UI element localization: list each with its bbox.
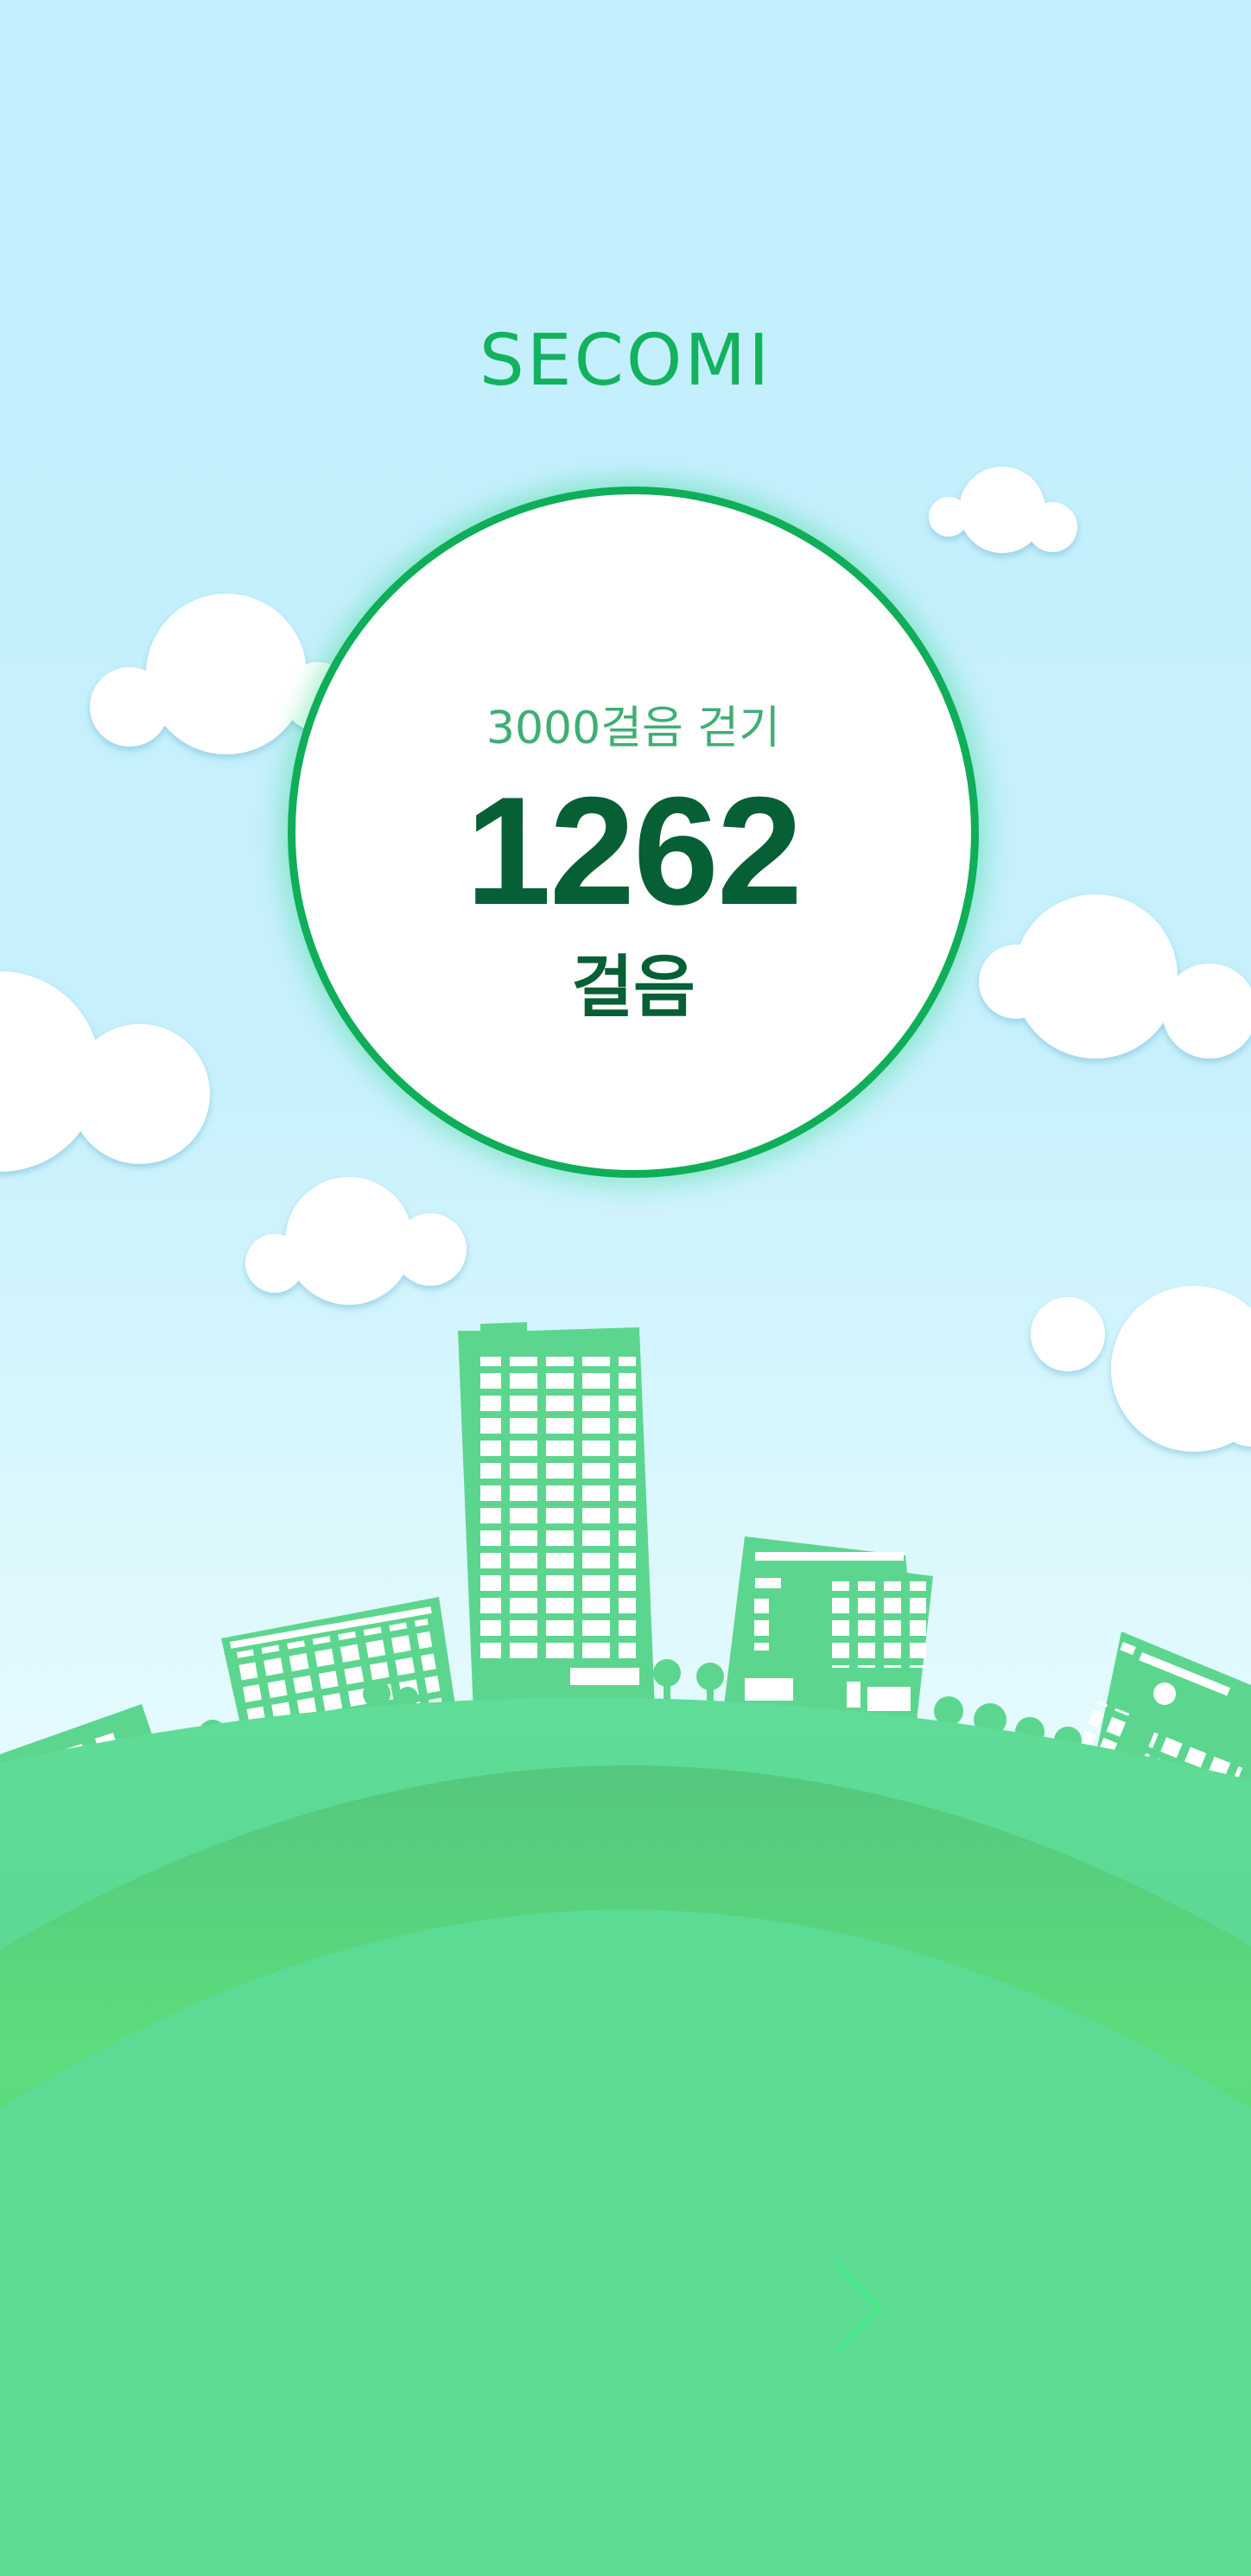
cloud bbox=[1031, 1286, 1251, 1452]
cloud bbox=[245, 1177, 467, 1305]
step-counter-circle: 3000걸음 걷기 1262 걸음 bbox=[288, 487, 979, 1178]
ground-hill-front bbox=[0, 1910, 1251, 2576]
step-count: 1262 bbox=[466, 765, 803, 937]
app-screen: SECOMI 3000걸음 걷기 1262 걸음 bbox=[0, 0, 1251, 2576]
next-button[interactable] bbox=[812, 2247, 907, 2368]
cloud bbox=[979, 894, 1251, 1059]
step-unit-label: 걸음 bbox=[571, 949, 695, 1027]
cloud bbox=[0, 971, 210, 1172]
step-goal-label: 3000걸음 걷기 bbox=[486, 703, 781, 754]
chevron-right-icon bbox=[835, 2262, 882, 2352]
cloud bbox=[929, 467, 1077, 553]
app-title: SECOMI bbox=[479, 320, 772, 402]
